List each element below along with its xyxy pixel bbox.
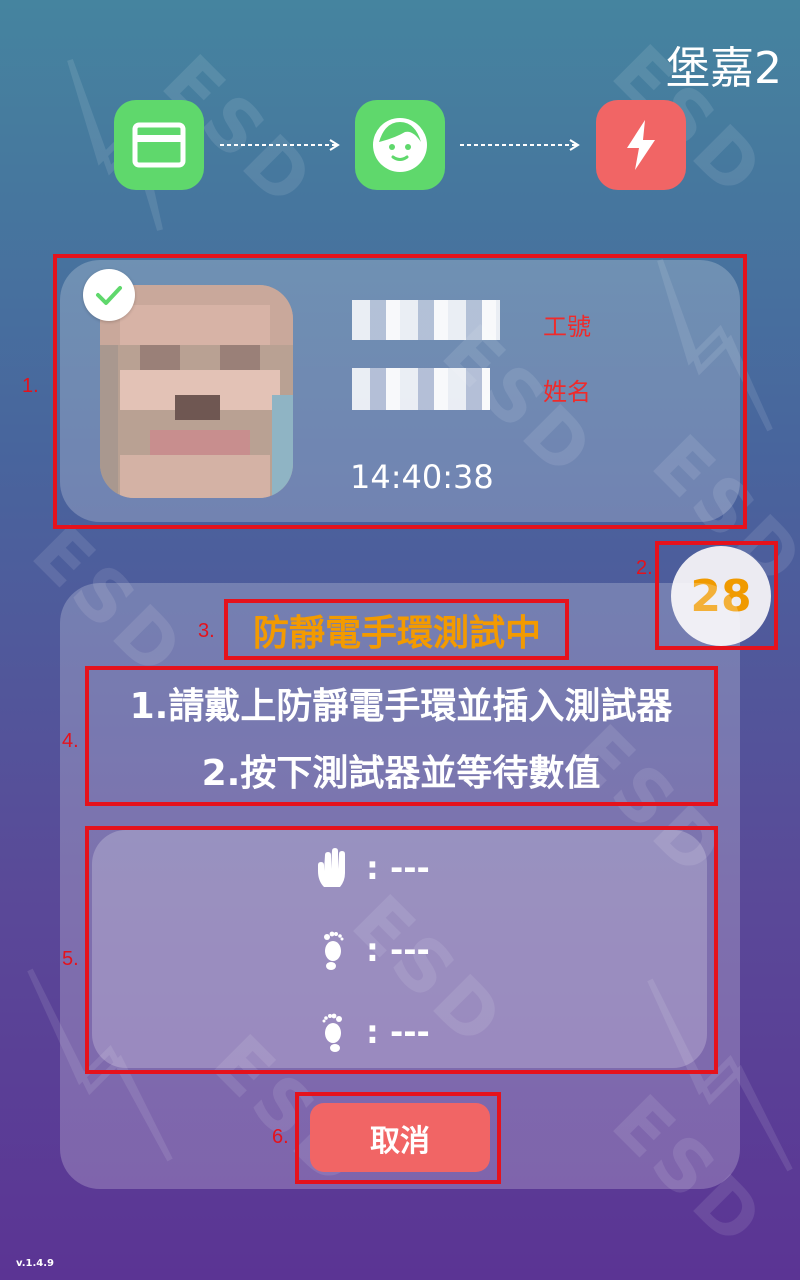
step-face: [355, 100, 445, 190]
dashed-arrow-icon: [220, 139, 340, 151]
app-version: v.1.4.9: [16, 1258, 54, 1269]
annotation-box-1: [53, 254, 747, 529]
annotation-label-5: 5.: [62, 948, 79, 970]
annotation-box-2: [655, 541, 778, 650]
dashed-arrow-icon: [460, 139, 580, 151]
annotation-label-6: 6.: [272, 1126, 289, 1148]
annotation-box-4: [85, 666, 718, 806]
annotation-label-1: 1.: [22, 375, 39, 397]
annotation-box-5: [85, 826, 718, 1074]
step-card: [114, 100, 204, 190]
annotation-box-6: [295, 1092, 501, 1184]
annotation-label-2: 2.: [636, 557, 653, 579]
lightning-icon: [627, 120, 655, 170]
face-icon: [373, 118, 427, 172]
step-esd: [596, 100, 686, 190]
annotation-label-4: 4.: [62, 730, 79, 752]
card-icon: [132, 122, 186, 168]
annotation-label-3: 3.: [198, 620, 215, 642]
station-name: 堡嘉2: [666, 43, 782, 94]
annotation-box-3: [224, 599, 569, 660]
